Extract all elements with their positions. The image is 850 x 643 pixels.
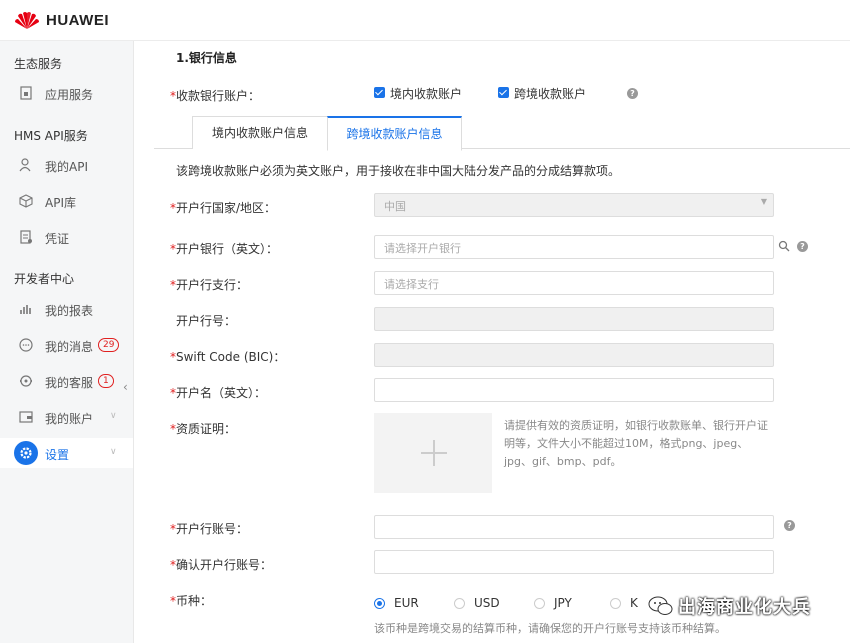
branch-label: *开户行支行： [170, 278, 249, 292]
certificate-hint: 请提供有效的资质证明，如银行收款账单、银行开户证明等，文件大小不能超过10M，格… [504, 419, 768, 468]
tab-crossborder-account-info[interactable]: 跨境收款账户信息 [327, 116, 462, 151]
help-icon[interactable]: ? [784, 520, 795, 531]
wallet-icon [19, 411, 33, 423]
message-icon [19, 338, 33, 352]
sidebar-item-my-api[interactable]: 我的API [0, 150, 133, 180]
currency-option-label: EUR [394, 596, 419, 610]
plus-icon [433, 440, 435, 466]
domestic-account-option: 境内收款账户 [390, 87, 463, 101]
sidebar-item-label: 我的客服 [45, 376, 94, 390]
country-select[interactable]: 中国 ▼ [374, 193, 774, 217]
bank-number-label: 开户行号： [176, 314, 237, 328]
swift-label: *Swift Code (BIC)： [170, 350, 286, 364]
sidebar-group-title: 开发者中心 [14, 272, 75, 286]
chevron-down-icon: ∨ [110, 411, 117, 421]
certificate-upload-area[interactable] [374, 413, 492, 493]
holder-name-input[interactable] [374, 378, 774, 402]
sidebar-item-settings[interactable]: 设置 ∨ [0, 438, 133, 468]
sidebar-item-api-library[interactable]: API库 [0, 186, 133, 216]
cube-icon [19, 194, 33, 208]
sidebar-item-app-services[interactable]: 应用服务 [0, 78, 133, 108]
bank-label: *开户银行（英文）： [170, 242, 279, 256]
sidebar-item-messages[interactable]: 我的消息 29 [0, 330, 133, 360]
huawei-logo[interactable]: HUAWEI [14, 10, 109, 30]
currency-radio-usd[interactable] [454, 598, 465, 609]
customer-service-icon [20, 375, 32, 387]
sidebar-item-label: API库 [45, 196, 76, 210]
sidebar-group-title: HMS API服务 [14, 129, 88, 143]
swift-input [374, 343, 774, 367]
branch-input[interactable]: 请选择支行 [374, 271, 774, 295]
sidebar-group-title: 生态服务 [14, 57, 63, 71]
sidebar-item-label: 设置 [45, 448, 70, 462]
currency-radio-k[interactable] [610, 598, 621, 609]
crossborder-account-option: 跨境收款账户 [514, 87, 587, 101]
help-icon[interactable]: ? [627, 88, 638, 99]
sidebar-item-label: 我的账户 [45, 412, 94, 426]
currency-radio-eur[interactable] [374, 598, 385, 609]
app-store-icon [20, 86, 32, 100]
notice-text: 该跨境收款账户必须为英文账户，用于接收在非中国大陆分发产品的分成结算款项。 [176, 164, 621, 178]
certificate-label: *资质证明： [170, 422, 237, 436]
bank-number-input [374, 307, 774, 331]
wechat-icon [648, 596, 673, 615]
account-number-label: *开户行账号： [170, 522, 249, 536]
currency-option-label: USD [474, 596, 500, 610]
sidebar-item-account[interactable]: 我的账户 ∨ [0, 402, 133, 432]
sidebar-item-label: 凭证 [45, 232, 70, 246]
top-bar: HUAWEI [0, 0, 850, 41]
sidebar-item-customer-service[interactable]: 我的客服 1 [0, 366, 133, 396]
account-type-label: *收款银行账户： [170, 89, 261, 103]
watermark: 出海商业化大兵 [648, 593, 811, 619]
domestic-account-checkbox[interactable] [374, 87, 385, 98]
tab-domestic-account-info[interactable]: 境内收款账户信息 [192, 116, 328, 149]
account-number-input[interactable] [374, 515, 774, 539]
branch-placeholder: 请选择支行 [384, 278, 439, 291]
country-label: *开户行国家/地区： [170, 201, 277, 215]
sidebar-item-label: 我的报表 [45, 304, 94, 318]
huawei-flower-icon [15, 12, 39, 29]
bar-chart-icon [20, 305, 31, 314]
section-title: 1.银行信息 [176, 51, 237, 65]
sidebar-item-reports[interactable]: 我的报表 [0, 294, 133, 324]
watermark-text: 出海商业化大兵 [678, 597, 811, 618]
help-icon[interactable]: ? [797, 241, 808, 252]
sidebar-item-label: 我的API [45, 160, 88, 174]
brand-name: HUAWEI [46, 11, 109, 29]
sidebar-item-label: 我的消息 [45, 340, 94, 354]
currency-option-label: K [630, 596, 638, 610]
currency-radio-jpy[interactable] [534, 598, 545, 609]
main-content: 1.银行信息 *收款银行账户： 境内收款账户 跨境收款账户 ? 境内收款账户信息… [134, 41, 850, 643]
message-count-badge: 29 [98, 338, 120, 352]
service-count-badge: 1 [98, 374, 114, 388]
currency-option-label: JPY [554, 596, 572, 610]
chevron-down-icon: ▼ [760, 197, 767, 206]
sidebar-item-label: 应用服务 [45, 88, 94, 102]
search-icon[interactable] [778, 240, 790, 252]
sidebar-item-credentials[interactable]: 凭证 [0, 222, 133, 252]
bank-placeholder: 请选择开户银行 [384, 242, 461, 255]
credential-icon [20, 230, 32, 244]
currency-label: *币种： [170, 594, 213, 608]
confirm-account-input[interactable] [374, 550, 774, 574]
holder-name-label: *开户名（英文）： [170, 386, 267, 400]
country-value: 中国 [384, 200, 406, 213]
currency-hint: 该币种是跨境交易的结算币种，请确保您的开户行账号支持该币种结算。 [374, 622, 726, 635]
crossborder-account-checkbox[interactable] [498, 87, 509, 98]
chevron-down-icon: ∨ [110, 447, 117, 457]
confirm-account-label: *确认开户行账号： [170, 558, 273, 572]
gear-icon [14, 441, 38, 465]
user-api-icon [19, 158, 31, 172]
bank-input[interactable]: 请选择开户银行 [374, 235, 774, 259]
sidebar: 生态服务 应用服务 HMS API服务 我的API API库 凭证 开发者中心 … [0, 41, 134, 643]
